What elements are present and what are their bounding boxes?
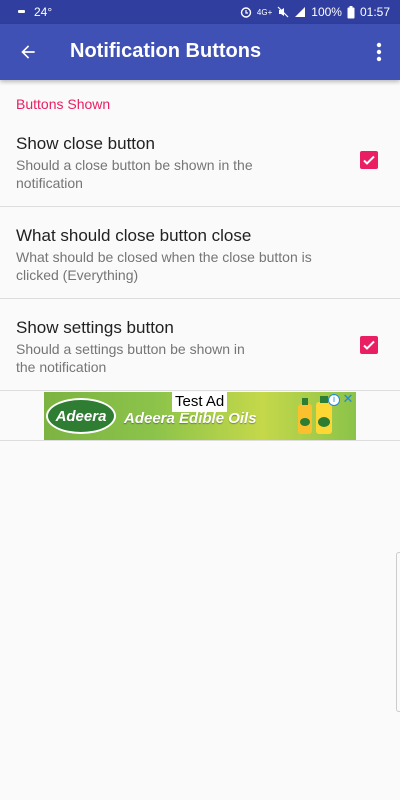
pref-summary-line: Should a settings button be shown in — [16, 341, 245, 357]
signal-icon — [294, 6, 306, 18]
page-title: Notification Buttons — [70, 40, 262, 62]
pref-summary-line: notification — [16, 175, 83, 191]
divider — [0, 390, 400, 391]
divider — [0, 206, 400, 207]
ad-close-icon[interactable]: ✕ — [342, 392, 354, 405]
pref-title: Show close button — [16, 134, 155, 153]
pref-show-close-button[interactable]: Show close button Should a close button … — [0, 116, 400, 208]
pref-show-settings-button[interactable]: Show settings button Should a settings b… — [0, 300, 400, 392]
ad-banner[interactable]: Adeera Test Ad Adeera Edible Oils i ✕ — [44, 392, 356, 440]
pref-title: Show settings button — [16, 318, 174, 337]
pref-summary-line: clicked (Everything) — [16, 267, 139, 283]
ad-info-icon[interactable]: i — [328, 394, 340, 406]
pref-summary-line: Should a close button be shown in the — [16, 157, 253, 173]
alarm-icon — [240, 6, 252, 18]
mute-icon — [277, 6, 289, 18]
battery-percent: 100% — [311, 5, 342, 19]
notification-dot-icon — [18, 9, 26, 15]
checkbox-show-close-button[interactable] — [360, 151, 378, 169]
clock: 01:57 — [359, 5, 390, 19]
battery-icon — [347, 5, 355, 19]
more-vert-icon — [376, 42, 382, 62]
divider — [0, 298, 400, 299]
pref-title: What should close button close — [16, 226, 252, 245]
divider — [0, 440, 400, 441]
temperature: 24° — [34, 5, 53, 19]
check-icon — [363, 155, 375, 165]
ad-headline: Adeera Edible Oils — [124, 410, 257, 427]
section-header: Buttons Shown — [16, 96, 111, 112]
check-icon — [363, 340, 375, 350]
back-button[interactable] — [12, 36, 44, 68]
pref-close-button-action[interactable]: What should close button close What shou… — [0, 208, 400, 300]
ad-test-label: Test Ad — [172, 392, 228, 412]
ad-logo: Adeera — [46, 398, 116, 434]
app-bar: Notification Buttons — [0, 24, 400, 80]
overflow-menu-button[interactable] — [366, 36, 392, 68]
network-type: 4G+ — [256, 7, 273, 17]
edge-scroll-handle[interactable] — [396, 552, 400, 712]
arrow-back-icon — [21, 45, 35, 59]
pref-summary-line: the notification — [16, 359, 107, 375]
checkbox-show-settings-button[interactable] — [360, 336, 378, 354]
status-bar: 24° 4G+ 100% 01:57 — [0, 0, 400, 24]
pref-summary-line: What should be closed when the close but… — [16, 249, 312, 265]
